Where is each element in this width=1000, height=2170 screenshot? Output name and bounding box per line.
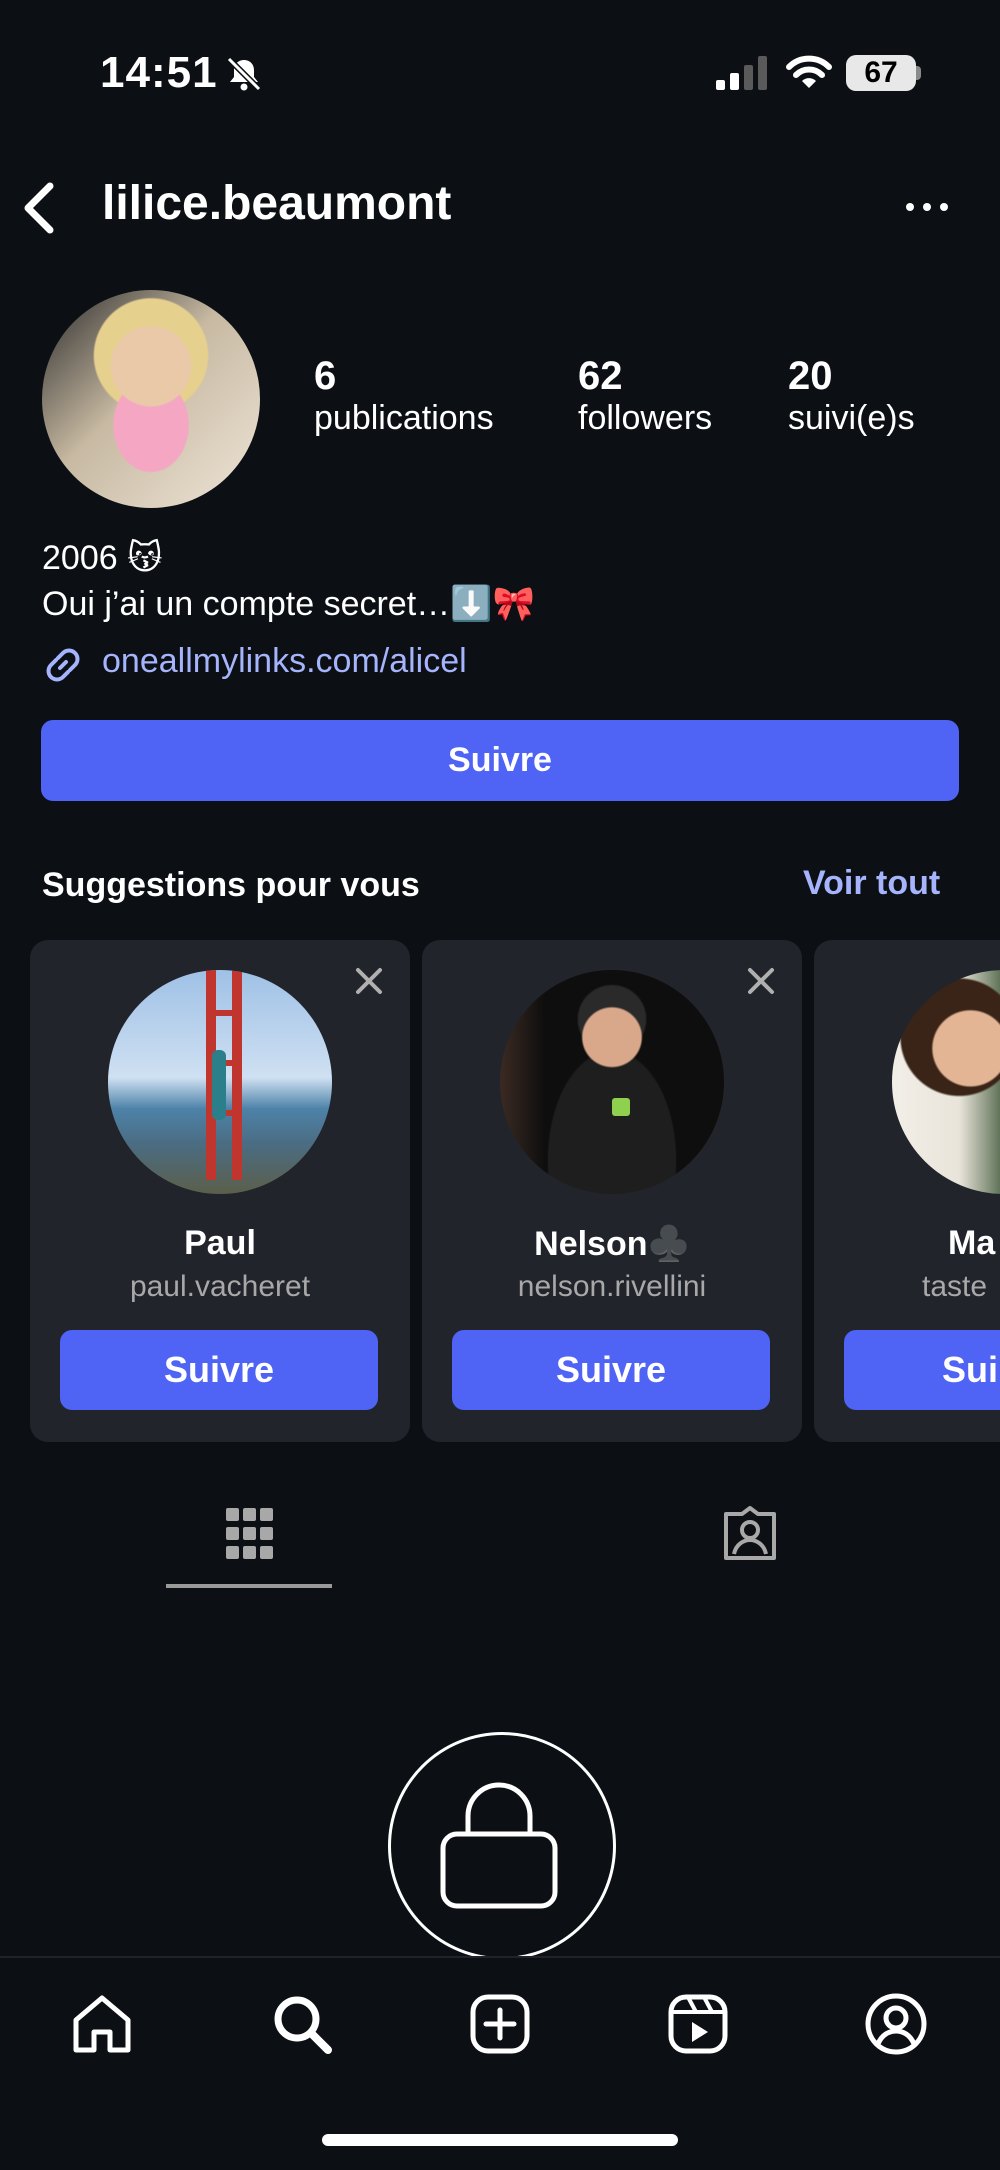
status-time: 14:51	[100, 48, 218, 97]
stat-value: 62	[578, 354, 623, 398]
bell-slash-icon	[226, 56, 262, 92]
follow-button[interactable]: Suivre	[41, 720, 959, 801]
suggestion-card[interactable]: Nelson♣️ nelson.rivellini Suivre	[422, 940, 802, 1442]
search-icon[interactable]	[270, 1992, 334, 2056]
stat-label: followers	[578, 399, 713, 437]
stat-publications[interactable]: 6 publications	[314, 354, 494, 438]
stat-label: suivi(e)s	[788, 399, 915, 437]
tab-active-indicator	[166, 1584, 332, 1588]
reels-icon[interactable]	[666, 1992, 730, 2056]
see-all-link[interactable]: Voir tout	[803, 864, 940, 903]
home-indicator[interactable]	[322, 2134, 678, 2146]
bio-line: Oui j’ai un compte secret…⬇️🎀	[42, 585, 535, 623]
profile-username: lilice.beaumont	[102, 177, 452, 230]
more-icon[interactable]	[902, 192, 952, 222]
suggestion-handle: taste	[922, 1270, 988, 1303]
lock-icon	[440, 1782, 558, 1909]
suggestion-follow-button[interactable]: Suivre	[60, 1330, 378, 1410]
bio-link[interactable]: oneallmylinks.com/alicel	[102, 642, 467, 681]
stat-value: 6	[314, 354, 337, 398]
suggestion-handle: paul.vacheret	[129, 1270, 311, 1303]
bio-line: 2006 😽	[42, 539, 163, 577]
suggestion-follow-button[interactable]: Sui	[844, 1330, 1000, 1410]
home-icon[interactable]	[70, 1992, 134, 2056]
suggestion-name: Nelson♣️	[534, 1225, 690, 1263]
link-icon	[46, 648, 80, 682]
close-icon[interactable]	[746, 966, 776, 996]
battery-level: 67	[864, 56, 898, 89]
wifi-icon	[786, 55, 832, 88]
suggestion-avatar[interactable]	[108, 970, 332, 1194]
signal-icon	[716, 56, 767, 90]
battery-nub	[916, 66, 921, 80]
close-icon[interactable]	[354, 966, 384, 996]
profile-avatar[interactable]	[42, 290, 260, 508]
suggestion-card[interactable]: Ma taste Sui	[814, 940, 1000, 1442]
grid-icon[interactable]	[226, 1506, 274, 1562]
create-icon[interactable]	[468, 1992, 532, 2056]
suggestions-title: Suggestions pour vous	[42, 866, 420, 904]
stat-followers[interactable]: 62 followers	[578, 354, 712, 438]
suggestion-card[interactable]: Paul paul.vacheret Suivre	[30, 940, 410, 1442]
stat-value: 20	[788, 354, 833, 398]
suggestion-follow-button[interactable]: Suivre	[452, 1330, 770, 1410]
stat-following[interactable]: 20 suivi(e)s	[788, 354, 915, 438]
suggestion-handle: nelson.rivellini	[517, 1270, 707, 1303]
suggestion-name: Paul	[184, 1224, 256, 1262]
chevron-left-icon[interactable]	[18, 180, 58, 236]
suggestion-name: Ma	[948, 1224, 996, 1262]
profile-icon[interactable]	[864, 1992, 928, 2056]
stat-label: publications	[314, 399, 494, 437]
suggestion-avatar[interactable]	[500, 970, 724, 1194]
suggestion-avatar[interactable]	[892, 970, 1000, 1194]
tagged-icon[interactable]	[722, 1506, 778, 1562]
